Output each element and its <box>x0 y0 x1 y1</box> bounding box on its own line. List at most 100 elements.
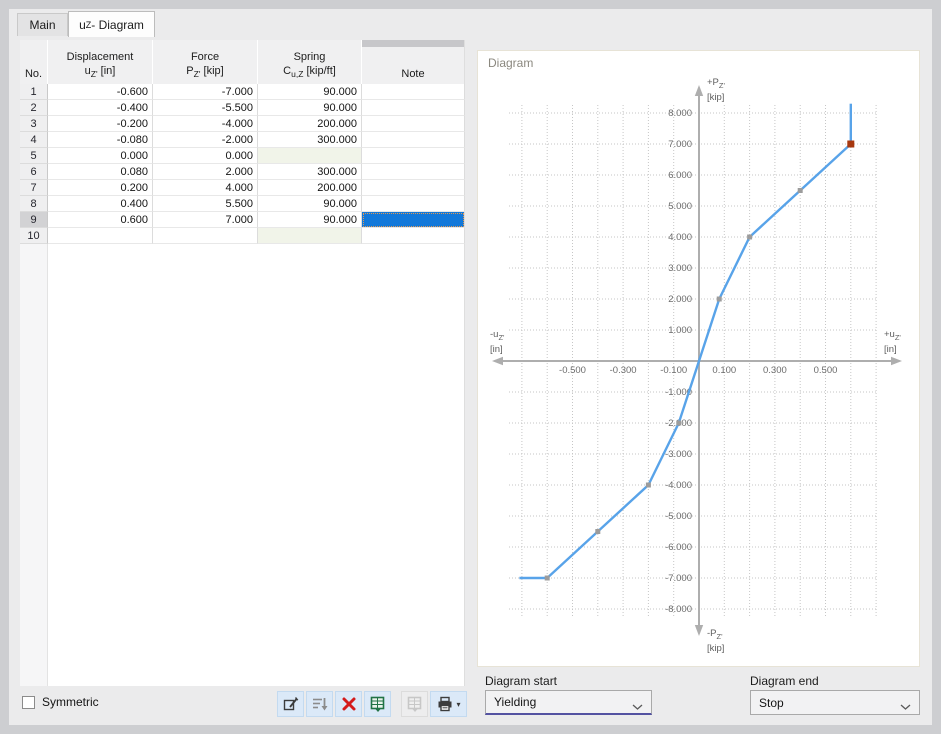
svg-text:-8.000: -8.000 <box>665 604 692 615</box>
table-cell-force[interactable]: -7.000 <box>153 84 258 100</box>
axis-label-uz-positive: +uZ' [in] <box>884 329 901 355</box>
row-header[interactable]: 5 <box>20 148 48 164</box>
table-cell-spring[interactable]: 200.000 <box>258 116 362 132</box>
table-cell-spring[interactable] <box>258 228 362 244</box>
table-cell-force[interactable]: 4.000 <box>153 180 258 196</box>
svg-text:-0.300: -0.300 <box>610 365 637 376</box>
table-cell-displacement[interactable]: 0.600 <box>48 212 153 228</box>
table-cell-force[interactable]: 0.000 <box>153 148 258 164</box>
diagram-card: Diagram -8.000 -7.000 -6.000 -5.000 -4.000 -3… <box>477 50 920 667</box>
table-cell-force[interactable]: 7.000 <box>153 212 258 228</box>
table-cell-note[interactable] <box>362 100 465 116</box>
diagram-start-select[interactable]: Yielding <box>485 690 652 715</box>
diagram-end-value: Stop <box>759 695 784 710</box>
row-header[interactable]: 10 <box>20 228 48 244</box>
export-excel-button <box>401 691 428 717</box>
tab-uz-diagram[interactable]: uZ - Diagram <box>68 11 155 37</box>
column-strip-no[interactable] <box>20 40 47 47</box>
column-header-spring: Spring Cu,Z [kip/ft] <box>258 47 361 84</box>
row-header[interactable]: 9 <box>20 212 48 228</box>
column-header-displacement: Displacement uZ' [in] <box>48 47 152 84</box>
table-cell-note[interactable] <box>362 180 465 196</box>
table-cell-force[interactable]: 2.000 <box>153 164 258 180</box>
svg-text:3.000: 3.000 <box>668 263 692 274</box>
diagram-end-label: Diagram end <box>750 674 819 688</box>
row-header[interactable]: 8 <box>20 196 48 212</box>
table-cell-displacement[interactable]: 0.200 <box>48 180 153 196</box>
axis-label-pz-positive: +PZ' [kip] <box>707 77 725 103</box>
diagram-start-value: Yielding <box>494 695 537 709</box>
svg-text:-5.000: -5.000 <box>665 511 692 522</box>
table-cell-force[interactable]: -5.500 <box>153 100 258 116</box>
table-cell-displacement[interactable]: 0.080 <box>48 164 153 180</box>
column-header-no: No. <box>20 47 47 84</box>
svg-text:-0.500: -0.500 <box>559 365 586 376</box>
table-cell-force[interactable]: -4.000 <box>153 116 258 132</box>
svg-text:1.000: 1.000 <box>668 325 692 336</box>
table-cell-note[interactable] <box>362 196 465 212</box>
column-strip-spring[interactable] <box>258 40 361 47</box>
delete-rows-button[interactable] <box>335 691 362 717</box>
dropdown-caret-icon: ▾ <box>456 699 461 709</box>
diagram-plot: -8.000-7.000-6.000-5.000-4.000-3.000-2.0… <box>492 85 902 636</box>
table-cell-spring[interactable]: 200.000 <box>258 180 362 196</box>
table-cell-displacement[interactable] <box>48 228 153 244</box>
table-cell-force[interactable]: 5.500 <box>153 196 258 212</box>
table-cell-spring[interactable]: 90.000 <box>258 100 362 116</box>
table-cell-spring[interactable]: 300.000 <box>258 164 362 180</box>
column-strip-displacement[interactable] <box>48 40 152 47</box>
table-cell-displacement[interactable]: -0.080 <box>48 132 153 148</box>
spring-table: No. Displacement uZ' [in] Force PZ' [kip] Spr… <box>20 40 465 686</box>
table-cell-force[interactable] <box>153 228 258 244</box>
column-header-force: Force PZ' [kip] <box>153 47 257 84</box>
table-cell-spring[interactable] <box>258 148 362 164</box>
table-cell-note[interactable] <box>362 164 465 180</box>
table-cell-spring[interactable]: 300.000 <box>258 132 362 148</box>
table-cell-note[interactable] <box>362 212 465 228</box>
table-gutter <box>20 244 48 686</box>
edit-in-dialog-button[interactable] <box>277 691 304 717</box>
tab-main[interactable]: Main <box>17 13 68 36</box>
column-strip-note[interactable] <box>362 40 464 47</box>
svg-text:6.000: 6.000 <box>668 170 692 181</box>
table-cell-displacement[interactable]: -0.200 <box>48 116 153 132</box>
table-cell-displacement[interactable]: 0.400 <box>48 196 153 212</box>
axis-label-pz-negative: -PZ' [kip] <box>707 628 725 654</box>
row-header[interactable]: 7 <box>20 180 48 196</box>
table-cell-force[interactable]: -2.000 <box>153 132 258 148</box>
sort-rows-button[interactable] <box>306 691 333 717</box>
row-header[interactable]: 4 <box>20 132 48 148</box>
diagram-end-select[interactable]: Stop <box>750 690 920 715</box>
table-cell-note[interactable] <box>362 148 465 164</box>
print-button[interactable]: ▾ <box>430 691 467 717</box>
svg-text:-6.000: -6.000 <box>665 542 692 553</box>
column-header-note: Note <box>362 47 464 84</box>
svg-text:0.100: 0.100 <box>712 365 736 376</box>
svg-text:7.000: 7.000 <box>668 139 692 150</box>
chevron-down-icon <box>900 700 911 714</box>
table-cell-note[interactable] <box>362 84 465 100</box>
table-cell-note[interactable] <box>362 132 465 148</box>
row-header[interactable]: 6 <box>20 164 48 180</box>
svg-text:-0.100: -0.100 <box>660 365 687 376</box>
table-cell-spring[interactable]: 90.000 <box>258 196 362 212</box>
row-header[interactable]: 2 <box>20 100 48 116</box>
chevron-down-icon <box>632 700 643 714</box>
table-cell-note[interactable] <box>362 116 465 132</box>
svg-text:5.000: 5.000 <box>668 201 692 212</box>
row-header[interactable]: 3 <box>20 116 48 132</box>
table-toolbar: ▾ <box>277 691 469 717</box>
table-cell-note[interactable] <box>362 228 465 244</box>
table-cell-displacement[interactable]: 0.000 <box>48 148 153 164</box>
symmetric-checkbox[interactable] <box>22 695 35 709</box>
row-header[interactable]: 1 <box>20 84 48 100</box>
table-cell-spring[interactable]: 90.000 <box>258 212 362 228</box>
table-cell-displacement[interactable]: -0.600 <box>48 84 153 100</box>
table-cell-displacement[interactable]: -0.400 <box>48 100 153 116</box>
table-cell-spring[interactable]: 90.000 <box>258 84 362 100</box>
column-strip-force[interactable] <box>153 40 257 47</box>
symmetric-label: Symmetric <box>42 695 99 709</box>
import-excel-button[interactable] <box>364 691 391 717</box>
svg-text:4.000: 4.000 <box>668 232 692 243</box>
svg-text:2.000: 2.000 <box>668 294 692 305</box>
